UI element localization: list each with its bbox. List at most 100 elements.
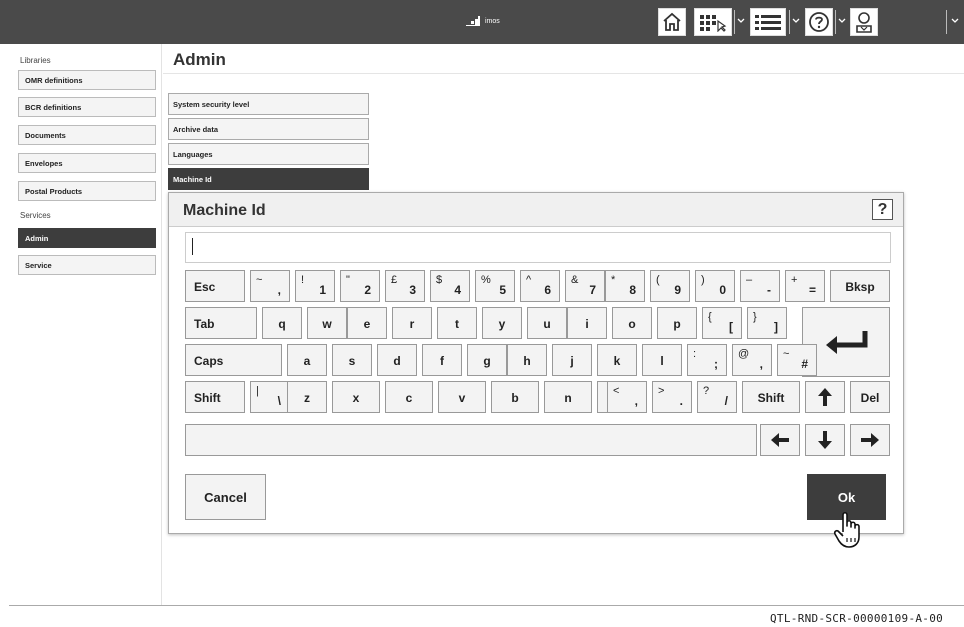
- key-label: z: [304, 391, 310, 405]
- key-b[interactable]: b: [491, 381, 539, 413]
- key-greater-period[interactable]: >.: [652, 381, 692, 413]
- key-2[interactable]: " 2: [340, 270, 380, 302]
- key-label: w: [322, 317, 332, 331]
- key-hash[interactable]: ~ #: [777, 344, 817, 376]
- user-button[interactable]: [850, 8, 878, 36]
- sidebar-item-admin[interactable]: Admin: [18, 228, 156, 248]
- key-8[interactable]: * 8: [605, 270, 645, 302]
- admin-item-languages[interactable]: Languages: [168, 143, 369, 165]
- key-h[interactable]: h: [507, 344, 547, 376]
- chevron-down-icon: [838, 18, 846, 23]
- key-shift-char: –: [746, 274, 753, 286]
- help-menu-button[interactable]: [805, 8, 833, 36]
- sidebar-item-service[interactable]: Service: [18, 255, 156, 275]
- key-y[interactable]: y: [482, 307, 522, 339]
- key-label: u: [543, 317, 551, 331]
- key-label: i: [585, 317, 589, 331]
- cancel-button[interactable]: Cancel: [185, 474, 266, 520]
- key-6[interactable]: ^ 6: [520, 270, 560, 302]
- menu-list-button[interactable]: [750, 8, 786, 36]
- apps-button[interactable]: [694, 8, 732, 36]
- key-arrow-left[interactable]: [760, 424, 800, 456]
- key-at-comma[interactable]: @,: [732, 344, 772, 376]
- apps-dropdown-button[interactable]: [736, 14, 746, 28]
- brand-logo: imos: [466, 16, 500, 26]
- key-z[interactable]: z: [287, 381, 327, 413]
- key-f[interactable]: f: [422, 344, 462, 376]
- key-q[interactable]: q: [262, 307, 302, 339]
- key-esc[interactable]: Esc: [185, 270, 245, 302]
- key-r[interactable]: r: [392, 307, 432, 339]
- user-dropdown-button[interactable]: [950, 14, 960, 28]
- key-shift-left[interactable]: Shift: [185, 381, 245, 413]
- key-c[interactable]: c: [385, 381, 433, 413]
- key-7[interactable]: & 7: [565, 270, 605, 302]
- key-equals[interactable]: + =: [785, 270, 825, 302]
- admin-item-machine-id[interactable]: Machine Id: [168, 168, 369, 190]
- key-open-bracket[interactable]: {[: [702, 307, 742, 339]
- key-close-bracket[interactable]: }]: [747, 307, 787, 339]
- home-button[interactable]: [658, 8, 686, 36]
- key-4[interactable]: $4: [430, 270, 470, 302]
- key-9[interactable]: (9: [650, 270, 690, 302]
- key-label: v: [458, 391, 466, 405]
- key-minus[interactable]: – -: [740, 270, 780, 302]
- key-char: 6: [544, 283, 551, 297]
- key-char: 2: [364, 283, 371, 297]
- key-l[interactable]: l: [642, 344, 682, 376]
- key-arrow-right[interactable]: [850, 424, 890, 456]
- list-dropdown-button[interactable]: [791, 14, 801, 28]
- key-space[interactable]: [185, 424, 757, 456]
- key-5[interactable]: % 5: [475, 270, 515, 302]
- key-p[interactable]: p: [657, 307, 697, 339]
- key-less-comma[interactable]: <,: [607, 381, 647, 413]
- sidebar-item-envelopes[interactable]: Envelopes: [18, 153, 156, 173]
- key-comma-tilde[interactable]: ~,: [250, 270, 290, 302]
- key-x[interactable]: x: [332, 381, 380, 413]
- key-0[interactable]: ) 0: [695, 270, 735, 302]
- key-char: \: [277, 394, 281, 408]
- key-char: [: [729, 320, 733, 334]
- key-v[interactable]: v: [438, 381, 486, 413]
- key-g[interactable]: g: [467, 344, 507, 376]
- key-arrow-down[interactable]: [805, 424, 845, 456]
- key-a[interactable]: a: [287, 344, 327, 376]
- sidebar-item-bcr-definitions[interactable]: BCR definitions: [18, 97, 156, 117]
- key-semicolon[interactable]: :;: [687, 344, 727, 376]
- key-n[interactable]: n: [544, 381, 592, 413]
- key-e[interactable]: e: [347, 307, 387, 339]
- key-1[interactable]: ! 1: [295, 270, 335, 302]
- key-o[interactable]: o: [612, 307, 652, 339]
- key-question-slash[interactable]: ? /: [697, 381, 737, 413]
- key-t[interactable]: t: [437, 307, 477, 339]
- key-w[interactable]: w: [307, 307, 347, 339]
- key-shift-right[interactable]: Shift: [742, 381, 800, 413]
- admin-item-system-security-level[interactable]: System security level: [168, 93, 369, 115]
- key-tab[interactable]: Tab: [185, 307, 257, 339]
- arrow-right-icon: [861, 433, 879, 447]
- arrow-up-icon: [818, 388, 832, 406]
- key-i[interactable]: i: [567, 307, 607, 339]
- key-k[interactable]: k: [597, 344, 637, 376]
- key-caps[interactable]: Caps: [185, 344, 282, 376]
- services-heading: Services: [20, 211, 51, 220]
- key-s[interactable]: s: [332, 344, 372, 376]
- key-backspace[interactable]: Bksp: [830, 270, 890, 302]
- sidebar-item-postal-products[interactable]: Postal Products: [18, 181, 156, 201]
- key-backslash[interactable]: | \: [250, 381, 290, 413]
- key-j[interactable]: j: [552, 344, 592, 376]
- key-d[interactable]: d: [377, 344, 417, 376]
- toolbar-divider: [946, 10, 947, 34]
- admin-item-archive-data[interactable]: Archive data: [168, 118, 369, 140]
- key-delete[interactable]: Del: [850, 381, 890, 413]
- help-dropdown-button[interactable]: [837, 14, 847, 28]
- key-shift-char: ~: [783, 348, 790, 360]
- sidebar-item-documents[interactable]: Documents: [18, 125, 156, 145]
- machine-id-input[interactable]: [185, 232, 891, 263]
- dialog-help-button[interactable]: ?: [872, 199, 893, 220]
- key-3[interactable]: £3: [385, 270, 425, 302]
- key-label: f: [440, 354, 444, 368]
- key-arrow-up[interactable]: [805, 381, 845, 413]
- key-u[interactable]: u: [527, 307, 567, 339]
- sidebar-item-omr-definitions[interactable]: OMR definitions: [18, 70, 156, 90]
